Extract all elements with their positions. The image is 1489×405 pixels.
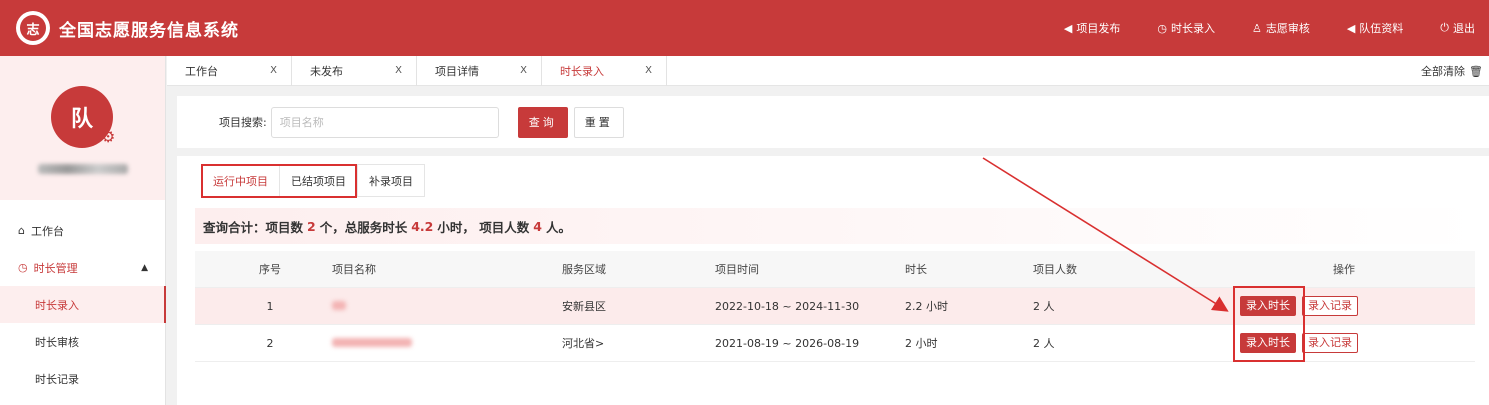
people-count: 2 人 xyxy=(1033,300,1055,313)
nav-volunteer-review[interactable]: ♙ 志愿审核 xyxy=(1252,20,1310,36)
nav-logout[interactable]: ⏻ 退出 xyxy=(1440,20,1475,36)
sidebar-item-duration-entry[interactable]: 时长录入 xyxy=(0,286,166,323)
send-icon: ◀ xyxy=(1063,21,1073,35)
main-content: 运行中项目 已结项项目 补录项目 查询合计：项目数 2 个，总服务时长 4.2 … xyxy=(177,156,1489,405)
annotation-highlight-box xyxy=(201,164,357,198)
summary-total-hours: 4.2 xyxy=(411,218,434,234)
sidebar-item-label: 工作台 xyxy=(30,224,64,238)
nav-label: 时长录入 xyxy=(1170,22,1215,35)
column-header: 项目时间 xyxy=(715,263,759,276)
search-card: 项目搜索: 查询 重置 xyxy=(177,96,1489,148)
query-summary: 查询合计：项目数 2 个，总服务时长 4.2 小时， 项目人数 4 人。 xyxy=(195,208,1483,244)
column-header: 序号 xyxy=(259,263,281,276)
clear-all-label: 全部清除 xyxy=(1421,65,1466,78)
nav-label: 退出 xyxy=(1453,22,1475,35)
logo-emblem-icon: 志 xyxy=(20,15,46,41)
summary-people-count: 4 xyxy=(533,218,542,234)
tab-label: 项目详情 xyxy=(435,64,479,78)
sidebar-item-label: 时长管理 xyxy=(33,261,78,275)
search-label: 项目搜索: xyxy=(219,116,267,129)
user-icon: ♙ xyxy=(1251,21,1262,35)
nav-label: 项目发布 xyxy=(1076,22,1121,35)
project-name-redacted xyxy=(332,300,346,313)
app-logo: 志 xyxy=(16,11,50,45)
query-button[interactable]: 查询 xyxy=(517,106,568,138)
summary-text: 查询合计：项目数 xyxy=(203,219,304,235)
duration: 2.2 小时 xyxy=(905,300,948,313)
column-header: 操作 xyxy=(1333,263,1355,276)
tab-label: 未发布 xyxy=(310,64,343,78)
annotation-highlight-box xyxy=(1233,286,1305,362)
trash-icon: 🗑 xyxy=(1469,64,1483,78)
app-title: 全国志愿服务信息系统 xyxy=(59,20,239,41)
gear-icon[interactable]: ⚙ xyxy=(101,127,115,146)
clock-icon: ◷ xyxy=(18,261,28,274)
reset-button[interactable]: 重置 xyxy=(573,106,624,138)
project-name-search-input[interactable] xyxy=(270,106,499,138)
user-name-redacted xyxy=(38,164,128,174)
sidebar-item-label: 时长录入 xyxy=(35,298,79,312)
column-header: 项目人数 xyxy=(1033,263,1077,276)
tab-project-detail[interactable]: 项目详情 X xyxy=(417,55,542,86)
tab-label: 时长录入 xyxy=(560,64,604,78)
tab-supplementary-projects[interactable]: 补录项目 xyxy=(357,164,425,197)
summary-text: 个，总服务时长 xyxy=(319,219,408,235)
chevron-up-icon: ▲ xyxy=(141,262,148,273)
close-icon[interactable]: X xyxy=(270,65,277,76)
clock-icon: ◷ xyxy=(1157,21,1167,35)
project-time: 2022-10-18 ~ 2024-11-30 xyxy=(715,299,860,313)
entry-records-button[interactable]: 录入记录 xyxy=(1302,333,1358,353)
service-area: 河北省> xyxy=(562,337,605,350)
column-header: 时长 xyxy=(905,263,927,276)
clear-all-button[interactable]: 全部清除 🗑 xyxy=(1421,56,1483,86)
sidebar-item-duration-review[interactable]: 时长审核 xyxy=(0,323,166,360)
tab-label: 工作台 xyxy=(185,64,218,78)
row-index: 2 xyxy=(266,336,274,350)
tabs-bar: 工作台 X 未发布 X 项目详情 X 时长录入 X 全部清除 🗑 xyxy=(167,55,1489,86)
home-icon: ⌂ xyxy=(18,224,25,237)
nav-label: 志愿审核 xyxy=(1265,22,1310,35)
tab-duration-entry[interactable]: 时长录入 X xyxy=(542,55,667,86)
sidebar-item-workbench[interactable]: ⌂ 工作台 xyxy=(0,212,166,249)
nav-project-publish[interactable]: ◀ 项目发布 xyxy=(1064,20,1120,36)
summary-project-count: 2 xyxy=(307,218,316,234)
profile-panel: 队 ⚙ xyxy=(0,56,165,200)
entry-records-button[interactable]: 录入记录 xyxy=(1302,296,1358,316)
sidebar-menu: ⌂ 工作台 ◷ 时长管理 ▲ 时长录入 时长审核 时长记录 xyxy=(0,212,166,397)
sidebar-group-duration[interactable]: ◷ 时长管理 ▲ xyxy=(0,249,166,286)
summary-text: 人。 xyxy=(545,219,571,235)
column-header: 服务区域 xyxy=(562,263,606,276)
table-header-row: 序号 项目名称 服务区域 项目时间 时长 项目人数 操作 xyxy=(195,251,1475,288)
sidebar-item-duration-records[interactable]: 时长记录 xyxy=(0,360,166,397)
top-nav: ◀ 项目发布 ◷ 时长录入 ♙ 志愿审核 ◀ 队伍资料 ⏻ 退出 xyxy=(1027,0,1475,56)
people-count: 2 人 xyxy=(1033,337,1055,350)
duration: 2 小时 xyxy=(905,337,938,350)
sidebar: 队 ⚙ ⌂ 工作台 ◷ 时长管理 ▲ 时长录入 时长审核 时长记录 xyxy=(0,56,166,405)
top-header: 志 全国志愿服务信息系统 ◀ 项目发布 ◷ 时长录入 ♙ 志愿审核 ◀ 队伍资料… xyxy=(0,0,1489,56)
logout-icon: ⏻ xyxy=(1440,21,1449,34)
tab-unpublished[interactable]: 未发布 X xyxy=(292,55,417,86)
send-icon: ◀ xyxy=(1346,21,1356,35)
sidebar-item-label: 时长记录 xyxy=(35,372,79,386)
service-area: 安新县区 xyxy=(562,300,606,313)
tab-workbench[interactable]: 工作台 X xyxy=(167,55,292,86)
close-icon[interactable]: X xyxy=(395,65,402,76)
nav-duration-entry[interactable]: ◷ 时长录入 xyxy=(1157,20,1215,36)
close-icon[interactable]: X xyxy=(520,65,527,76)
summary-text: 小时， 项目人数 xyxy=(437,219,530,235)
column-header: 项目名称 xyxy=(332,263,376,276)
close-icon[interactable]: X xyxy=(645,65,652,76)
project-time: 2021-08-19 ~ 2026-08-19 xyxy=(715,336,860,350)
project-name-redacted xyxy=(332,337,412,350)
row-index: 1 xyxy=(266,299,274,313)
nav-label: 队伍资料 xyxy=(1359,22,1404,35)
nav-team-profile[interactable]: ◀ 队伍资料 xyxy=(1347,20,1403,36)
sidebar-item-label: 时长审核 xyxy=(35,335,79,349)
